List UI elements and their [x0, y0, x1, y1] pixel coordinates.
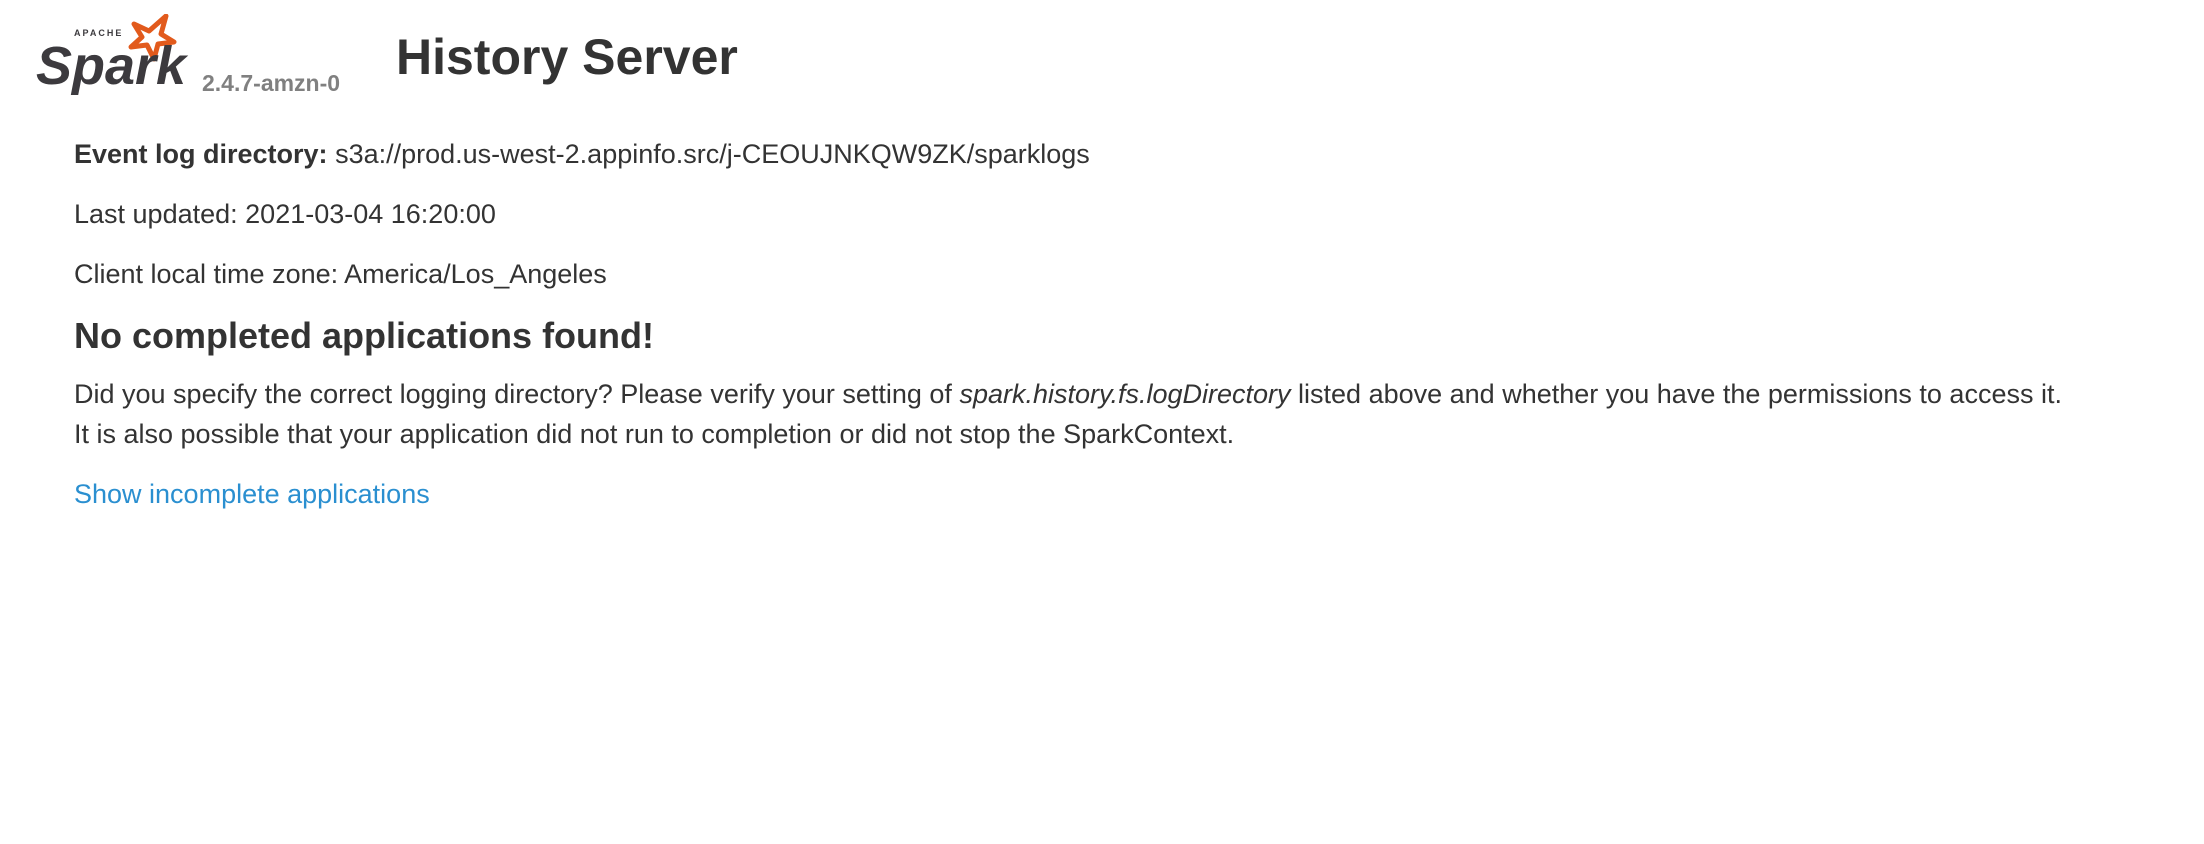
logo-spark-text: Spark — [36, 36, 189, 96]
page-header: APACHE Spark 2.4.7-amzn-0 History Server — [34, 14, 934, 104]
spark-logo[interactable]: APACHE Spark — [34, 14, 194, 100]
empty-state-message-part2: listed above and whether you have the pe… — [1298, 379, 2062, 409]
timezone-row: Client local time zone: America/Los_Ange… — [74, 254, 2174, 294]
show-incomplete-row: Show incomplete applications — [74, 474, 2174, 514]
spark-logo-image: APACHE Spark — [36, 14, 189, 96]
log-directory-setting: spark.history.fs.logDirectory — [959, 379, 1291, 409]
page-title: History Server — [396, 29, 738, 85]
last-updated-value: 2021-03-04 16:20:00 — [245, 199, 496, 229]
empty-state-message-part1: Did you specify the correct logging dire… — [74, 379, 952, 409]
event-log-directory-value: s3a://prod.us-west-2.appinfo.src/j-CEOUJ… — [335, 139, 1090, 169]
event-log-directory-label: Event log directory: — [74, 139, 328, 169]
last-updated-row: Last updated: 2021-03-04 16:20:00 — [74, 194, 2174, 234]
timezone-label: Client local time zone: — [74, 259, 339, 289]
timezone-value: America/Los_Angeles — [344, 259, 607, 289]
empty-state-heading: No completed applications found! — [74, 315, 655, 356]
last-updated-label: Last updated: — [74, 199, 238, 229]
main-content: Event log directory: s3a://prod.us-west-… — [74, 134, 2174, 534]
version-label: 2.4.7-amzn-0 — [202, 70, 341, 96]
empty-state-message: Did you specify the correct logging dire… — [74, 374, 2174, 454]
empty-state-message-line2: It is also possible that your applicatio… — [74, 419, 1235, 449]
event-log-directory-row: Event log directory: s3a://prod.us-west-… — [74, 134, 2174, 174]
show-incomplete-applications-link[interactable]: Show incomplete applications — [74, 479, 430, 509]
